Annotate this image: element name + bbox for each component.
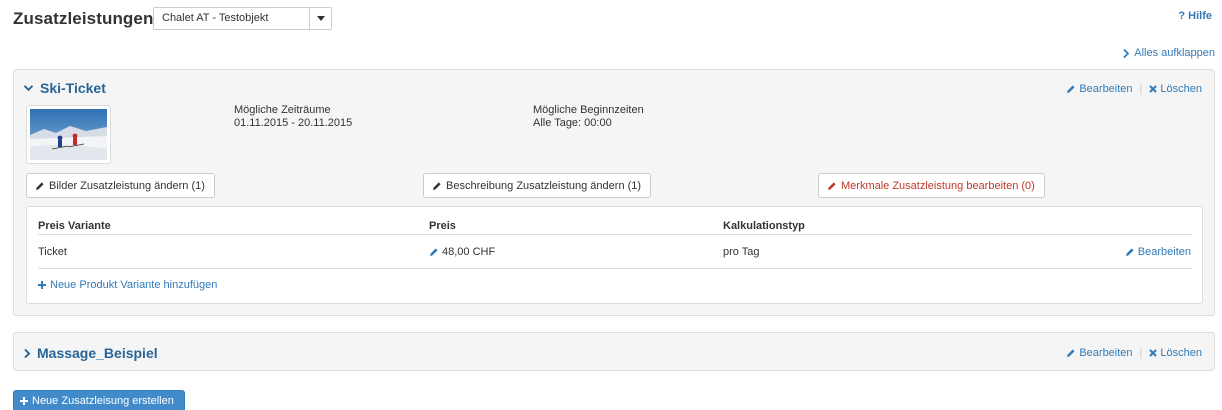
- periods-info: Mögliche Zeiträume 01.11.2015 - 20.11.20…: [234, 104, 352, 130]
- service-title: Massage_Beispiel: [37, 345, 158, 361]
- page-title: Zusatzleistungen: [13, 9, 154, 28]
- expand-all-link[interactable]: Alles aufklappen: [1123, 47, 1215, 59]
- times-icon: [1149, 85, 1158, 93]
- service-actions: Bearbeiten | Löschen: [1066, 83, 1202, 95]
- action-separator: |: [1139, 83, 1143, 95]
- create-service-label: Neue Zusatzleisung erstellen: [32, 395, 174, 407]
- variant-name-cell: Ticket: [38, 246, 67, 258]
- edit-variant-label: Bearbeiten: [1137, 246, 1191, 258]
- question-icon: ?: [1178, 10, 1186, 22]
- action-separator: |: [1139, 347, 1143, 359]
- expand-all-label: Alles aufklappen: [1134, 47, 1215, 59]
- object-select-value: Chalet AT - Testobjekt: [162, 12, 269, 24]
- edit-service-button[interactable]: Bearbeiten: [1066, 347, 1133, 359]
- edit-label: Bearbeiten: [1079, 347, 1133, 359]
- start-times-value: Alle Tage: 00:00: [533, 117, 612, 129]
- edit-service-button[interactable]: Bearbeiten: [1066, 83, 1133, 95]
- pencil-icon: [1067, 85, 1075, 93]
- create-service-button[interactable]: Neue Zusatzleisung erstellen: [13, 390, 185, 410]
- edit-label: Bearbeiten: [1079, 83, 1133, 95]
- edit-description-button[interactable]: Beschreibung Zusatzleistung ändern (1): [423, 173, 652, 198]
- service-panel-ski-ticket: Ski-Ticket Bearbeiten | Löschen Mögliche…: [13, 69, 1215, 316]
- variant-price-link[interactable]: 48,00 CHF: [429, 246, 495, 258]
- variant-calc-type-cell: pro Tag: [723, 246, 760, 258]
- chevron-down-icon: [24, 85, 33, 91]
- times-icon: [1149, 349, 1158, 357]
- add-variant-label: Neue Produkt Variante hinzufügen: [50, 279, 218, 291]
- delete-label: Löschen: [1160, 83, 1202, 95]
- start-times-info: Mögliche Beginnzeiten Alle Tage: 00:00: [533, 104, 644, 130]
- plus-icon: [38, 281, 46, 289]
- column-header-price: Preis: [429, 220, 456, 232]
- column-header-variant: Preis Variante: [38, 220, 111, 232]
- ski-photo-image: [30, 109, 107, 160]
- edit-images-label: Bilder Zusatzleistung ändern (1): [49, 179, 205, 192]
- chevron-right-icon: [24, 348, 30, 358]
- object-select[interactable]: Chalet AT - Testobjekt: [153, 7, 332, 30]
- service-toggle-ski-ticket[interactable]: Ski-Ticket: [24, 80, 106, 96]
- start-times-label: Mögliche Beginnzeiten: [533, 104, 644, 116]
- add-variant-link[interactable]: Neue Produkt Variante hinzufügen: [38, 279, 217, 291]
- edit-description-label: Beschreibung Zusatzleistung ändern (1): [446, 179, 642, 192]
- column-header-calc-type: Kalkulationstyp: [723, 220, 805, 232]
- periods-value: 01.11.2015 - 20.11.2015: [234, 117, 353, 129]
- plus-icon: [20, 397, 28, 405]
- pencil-icon: [1067, 349, 1075, 357]
- edit-variant-button[interactable]: Bearbeiten: [1125, 246, 1191, 258]
- delete-service-button[interactable]: Löschen: [1149, 83, 1202, 95]
- pencil-icon: [1125, 248, 1134, 256]
- header-divider: [38, 234, 1192, 235]
- row-divider: [38, 268, 1192, 269]
- edit-features-button[interactable]: Merkmale Zusatzleistung bearbeiten (0): [818, 173, 1045, 198]
- pencil-icon: [828, 181, 836, 190]
- variant-price-value: 48,00 CHF: [442, 246, 496, 258]
- service-toggle-massage-beispiel[interactable]: Massage_Beispiel: [24, 345, 158, 361]
- edit-images-button[interactable]: Bilder Zusatzleistung ändern (1): [26, 173, 215, 198]
- delete-label: Löschen: [1160, 347, 1202, 359]
- service-panel-massage-beispiel: Massage_Beispiel Bearbeiten | Löschen: [13, 332, 1215, 371]
- service-title: Ski-Ticket: [40, 80, 106, 96]
- chevron-right-icon: [1123, 48, 1130, 58]
- caret-down-icon[interactable]: [309, 8, 331, 29]
- delete-service-button[interactable]: Löschen: [1149, 347, 1202, 359]
- edit-features-label: Merkmale Zusatzleistung bearbeiten (0): [841, 179, 1035, 192]
- pencil-icon: [430, 248, 438, 256]
- variants-table: Preis Variante Preis Kalkulationstyp Tic…: [26, 206, 1203, 304]
- service-actions: Bearbeiten | Löschen: [1066, 347, 1202, 359]
- help-link[interactable]: ? Hilfe: [1178, 10, 1212, 22]
- periods-label: Mögliche Zeiträume: [234, 104, 331, 116]
- service-image-thumbnail: [26, 105, 111, 164]
- pencil-icon: [36, 181, 44, 190]
- help-label: Hilfe: [1188, 10, 1212, 22]
- pencil-icon: [433, 181, 441, 190]
